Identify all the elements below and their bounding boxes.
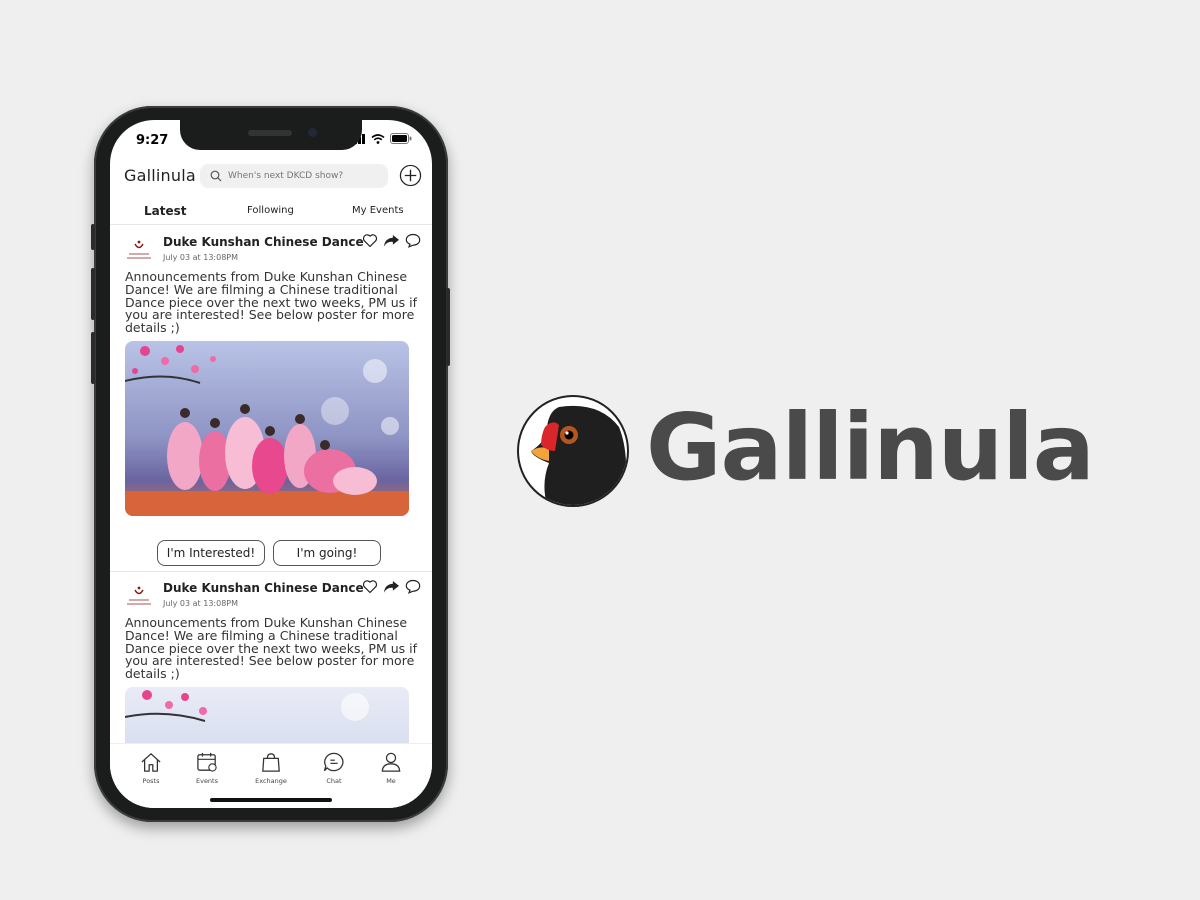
chat-icon	[323, 752, 344, 772]
post-text: Announcements from Duke Kunshan Chinese …	[125, 269, 418, 336]
search-input[interactable]	[226, 170, 380, 182]
nav-posts[interactable]: Posts	[131, 752, 171, 785]
comment-icon[interactable]	[405, 579, 421, 594]
tab-following[interactable]: Following	[247, 205, 294, 216]
nav-label: Posts	[142, 777, 160, 785]
post-time: July 03 at 13:08PM	[163, 599, 239, 608]
plus-circle-icon	[399, 164, 422, 187]
nav-label: Exchange	[255, 777, 287, 785]
nav-label: Me	[386, 777, 396, 785]
share-icon[interactable]	[383, 579, 400, 594]
nav-me[interactable]: Me	[371, 752, 411, 785]
nav-events[interactable]: Events	[187, 752, 227, 785]
shopping-bag-icon	[262, 753, 280, 772]
interested-button[interactable]: I'm Interested!	[157, 540, 265, 566]
user-icon	[381, 752, 401, 772]
post-time: July 03 at 13:08PM	[163, 253, 239, 262]
post-author[interactable]: Duke Kunshan Chinese Dance	[163, 581, 364, 595]
tab-my-events[interactable]: My Events	[352, 205, 404, 216]
nav-label: Events	[195, 777, 218, 785]
post-text: Announcements from Duke Kunshan Chinese …	[125, 615, 418, 682]
search-bar[interactable]	[200, 164, 388, 188]
status-time: 9:27	[136, 133, 169, 148]
post-card: Duke Kunshan Chinese Dance July 03 at 13…	[110, 579, 432, 808]
home-indicator	[210, 798, 332, 802]
home-icon	[141, 753, 161, 772]
add-post-button[interactable]	[399, 164, 422, 191]
brand-wordmark: Gallinula	[646, 394, 1095, 501]
post-divider	[110, 571, 432, 572]
share-icon[interactable]	[383, 233, 400, 248]
club-logo	[127, 240, 151, 259]
nav-chat[interactable]: Chat	[314, 752, 354, 785]
calendar-icon	[197, 752, 217, 772]
phone-screen: 9:27 Gallinula When's next DKCD show? La…	[110, 120, 432, 808]
bottom-nav: Posts Events Exchange Chat Me	[110, 743, 432, 808]
notch	[180, 120, 362, 150]
dance-poster-image[interactable]	[125, 341, 409, 516]
post-card: Duke Kunshan Chinese Dance July 03 at 13…	[110, 233, 432, 566]
search-icon	[210, 170, 222, 182]
comment-icon[interactable]	[405, 233, 421, 248]
heart-icon[interactable]	[362, 579, 378, 594]
app-header: Gallinula	[110, 160, 432, 200]
tab-latest[interactable]: Latest	[144, 204, 187, 218]
wifi-icon	[371, 133, 385, 144]
battery-icon	[390, 133, 412, 144]
gallinula-logo	[517, 395, 629, 507]
heart-icon[interactable]	[362, 233, 378, 248]
post-author[interactable]: Duke Kunshan Chinese Dance	[163, 235, 364, 249]
nav-label: Chat	[326, 777, 342, 785]
feed-tabs: Latest Following My Events	[110, 200, 432, 225]
going-button[interactable]: I'm going!	[273, 540, 381, 566]
club-logo	[127, 586, 151, 605]
nav-exchange[interactable]: Exchange	[251, 752, 291, 785]
app-brand: Gallinula	[124, 166, 196, 185]
